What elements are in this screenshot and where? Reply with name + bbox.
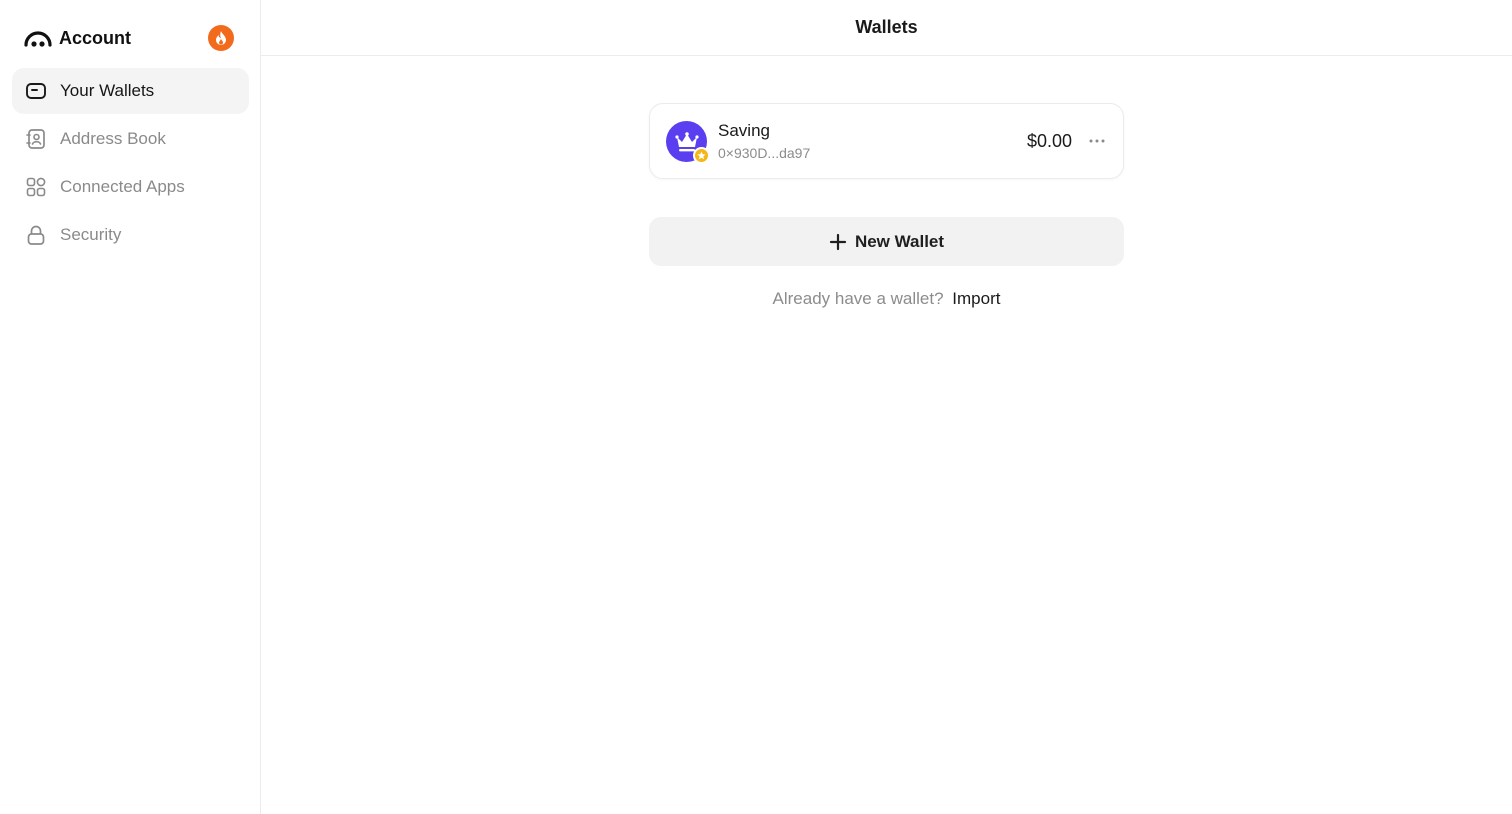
sidebar-item-security[interactable]: Security (12, 212, 249, 258)
sidebar-header: Account (24, 24, 234, 52)
page-title: Wallets (855, 17, 918, 37)
sidebar: Account Your Wallets Address Book Connec… (0, 0, 261, 814)
top-bar: Wallets (261, 0, 1512, 56)
sidebar-item-label: Security (60, 225, 122, 244)
rainbow-logo-icon (24, 28, 52, 48)
import-prompt-text: Already have a wallet? (772, 289, 944, 308)
plus-icon (829, 233, 847, 251)
sidebar-item-your-wallets[interactable]: Your Wallets (12, 68, 249, 114)
sidebar-item-label: Your Wallets (60, 81, 155, 100)
wallet-balance: $0.00 (1026, 131, 1072, 151)
import-prompt-line: Already have a wallet? Import (649, 289, 1124, 309)
sidebar-item-address-book[interactable]: Address Book (12, 116, 249, 162)
new-wallet-button[interactable]: New Wallet (649, 217, 1124, 266)
lock-icon (25, 224, 47, 246)
sidebar-item-connected-apps[interactable]: Connected Apps (12, 164, 249, 210)
import-link[interactable]: Import (952, 289, 1000, 308)
wallet-card[interactable]: Saving 0×930D...da97 $0.00 (649, 103, 1124, 179)
apps-grid-icon (25, 176, 47, 198)
fire-icon[interactable] (208, 25, 234, 51)
new-wallet-label: New Wallet (854, 231, 945, 251)
wallet-avatar (666, 121, 710, 164)
sidebar-item-label: Address Book (60, 129, 166, 148)
sidebar-item-label: Connected Apps (60, 177, 185, 196)
wallet-name: Saving (718, 121, 770, 140)
wallet-address: 0×930D...da97 (718, 145, 811, 161)
contact-book-icon (25, 128, 47, 150)
sidebar-nav: Your Wallets Address Book Connected Apps… (12, 68, 249, 260)
wallet-icon (25, 80, 47, 102)
sidebar-title: Account (59, 27, 131, 48)
star-icon (693, 147, 710, 164)
more-options-icon[interactable] (1085, 131, 1109, 151)
